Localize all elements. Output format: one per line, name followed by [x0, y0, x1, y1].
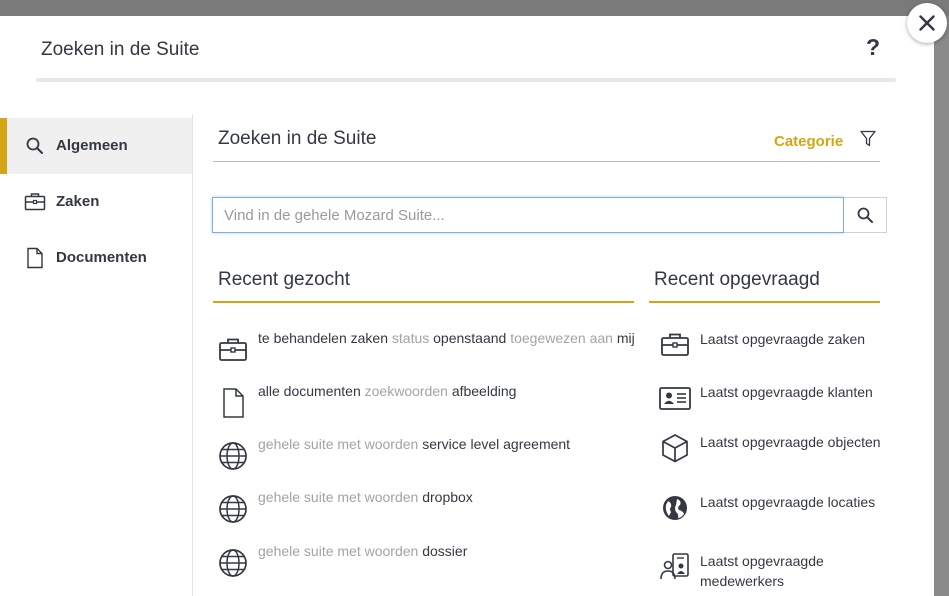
recent-viewed-label: Laatst opgevraagde locaties [700, 494, 876, 510]
recent-search-text: te behandelen zaken status openstaand to… [258, 330, 635, 346]
suite-search-input[interactable] [212, 197, 844, 233]
search-modal: Zoeken in de Suite ? Algemeen Zaken Docu… [0, 16, 934, 596]
search-submit-button[interactable] [844, 197, 887, 233]
recent-searched-title: Recent gezocht [218, 269, 351, 290]
header-divider [36, 78, 896, 82]
recent-search-text: gehele suite met woorden dropbox [258, 489, 473, 505]
employees-icon [660, 553, 689, 580]
recent-search-item[interactable]: gehele suite met woorden service level a… [213, 435, 638, 475]
sidebar-item-zaken[interactable]: Zaken [0, 174, 192, 230]
sidebar-item-label: Algemeen [56, 137, 128, 154]
recent-search-item[interactable]: gehele suite met woorden dropbox [213, 488, 638, 528]
modal-title: Zoeken in de Suite [41, 39, 200, 60]
recent-search-text: gehele suite met woorden dossier [258, 543, 468, 559]
search-icon [26, 137, 43, 154]
briefcase-icon [219, 338, 247, 361]
briefcase-icon [661, 333, 689, 356]
sidebar-item-label: Documenten [56, 249, 147, 266]
sidebar-item-documenten[interactable]: Documenten [0, 230, 192, 286]
sidebar-item-label: Zaken [56, 193, 100, 210]
recent-viewed-objecten[interactable]: Laatst opgevraagde objecten [654, 432, 884, 482]
sidebar-item-algemeen[interactable]: Algemeen [0, 118, 192, 174]
filter-icon[interactable] [860, 130, 876, 148]
recent-search-text: alle documenten zoekwoorden afbeelding [258, 383, 517, 399]
close-button[interactable] [907, 3, 947, 43]
recent-viewed-medewerkers[interactable]: Laatst opgevraagde medewerkers [654, 551, 884, 596]
section-heading: Zoeken in de Suite [218, 128, 377, 149]
contact-card-icon [659, 387, 691, 410]
recent-viewed-label: Laatst opgevraagde zaken [700, 331, 866, 347]
heading-divider [213, 161, 880, 162]
recent-viewed-label: Laatst opgevraagde objecten [700, 434, 881, 450]
document-icon [27, 247, 43, 269]
document-icon [223, 388, 244, 418]
recent-search-text: gehele suite met woorden service level a… [258, 436, 571, 452]
recent-viewed-zaken[interactable]: Laatst opgevraagde zaken [654, 329, 884, 379]
earth-icon [663, 496, 687, 520]
help-icon[interactable]: ? [866, 34, 880, 61]
recent-search-item[interactable]: alle documenten zoekwoorden afbeelding [213, 382, 638, 422]
recent-searched-divider [213, 301, 634, 303]
close-icon [919, 15, 935, 31]
recent-viewed-locaties[interactable]: Laatst opgevraagde locaties [654, 492, 884, 542]
recent-viewed-title: Recent opgevraagd [654, 269, 820, 290]
globe-icon [219, 549, 247, 577]
recent-search-item[interactable]: gehele suite met woorden dossier [213, 542, 638, 582]
globe-icon [219, 442, 247, 470]
modal-header: Zoeken in de Suite ? [0, 16, 934, 86]
category-sidebar: Algemeen Zaken Documenten [0, 114, 193, 596]
page-backdrop [0, 0, 949, 16]
recent-viewed-klanten[interactable]: Laatst opgevraagde klanten [654, 382, 884, 432]
recent-viewed-label: Laatst opgevraagde medewerkers [700, 553, 824, 589]
globe-icon [219, 495, 247, 523]
cube-icon [662, 434, 688, 463]
recent-viewed-divider [649, 301, 880, 303]
category-filter-link[interactable]: Categorie [774, 133, 843, 150]
recent-viewed-label: Laatst opgevraagde klanten [700, 384, 873, 400]
page-backdrop-right [934, 16, 949, 596]
briefcase-icon [24, 193, 46, 211]
search-icon [857, 207, 873, 223]
recent-search-item[interactable]: te behandelen zaken status openstaand to… [213, 329, 638, 369]
